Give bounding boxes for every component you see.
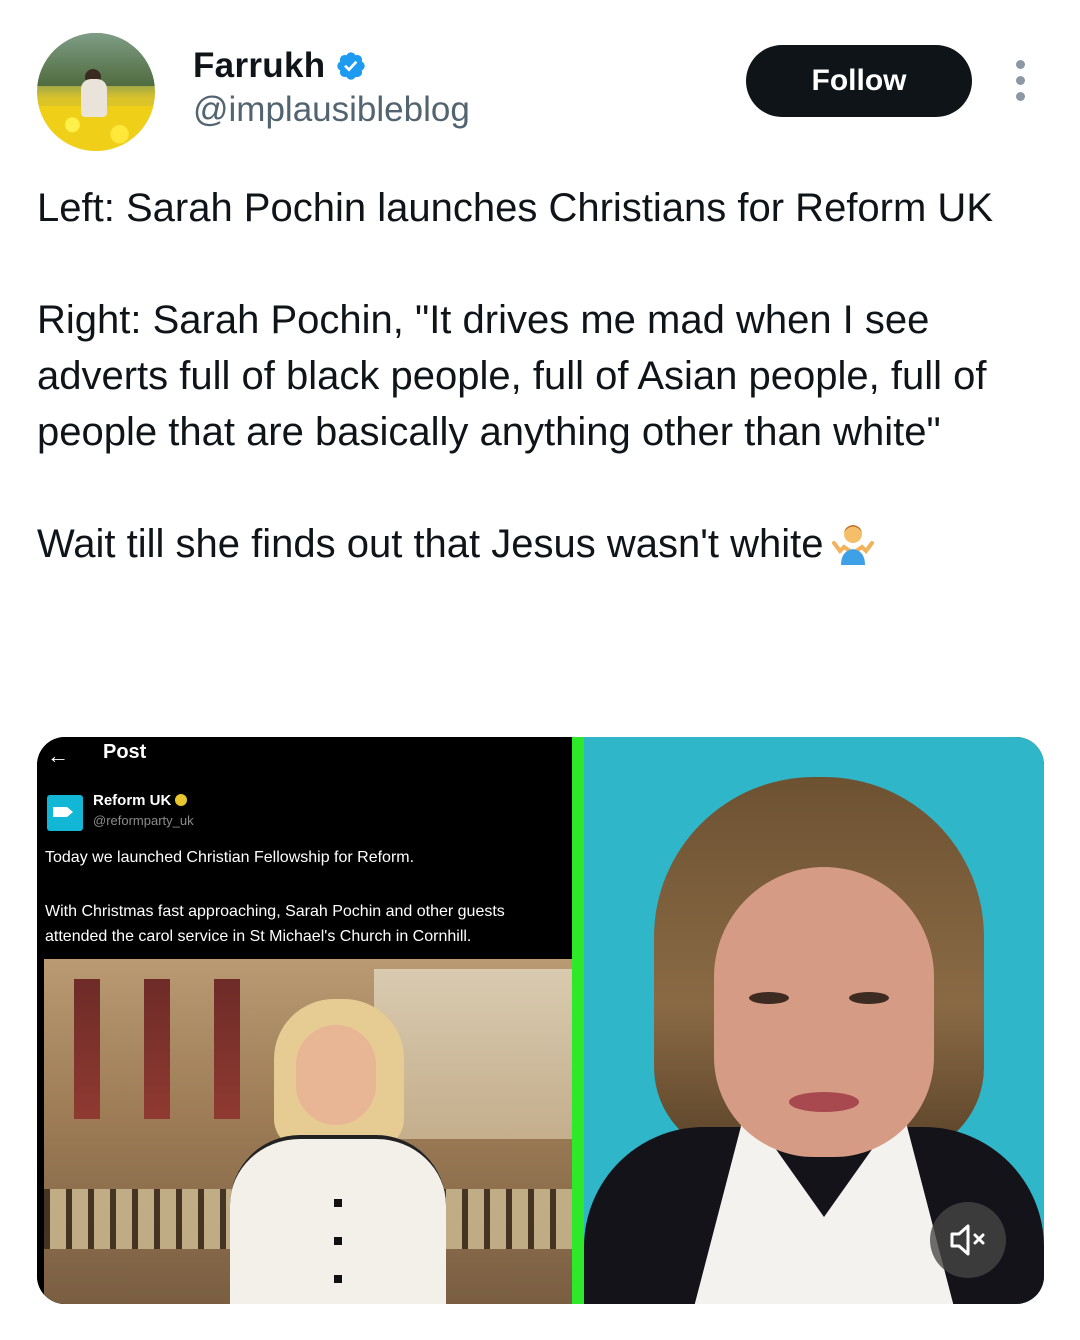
tweet-paragraph-text: Wait till she finds out that Jesus wasn'…: [37, 522, 824, 566]
embedded-account-handle: @reformparty_uk: [93, 813, 194, 828]
more-vertical-icon[interactable]: [1012, 60, 1028, 104]
tweet-header: Farrukh @implausibleblog Follow: [0, 0, 1080, 170]
embedded-verified-icon: [175, 794, 188, 806]
embedded-post-screenshot: ← Post Reform UK @reformparty_uk Today w…: [37, 737, 572, 1304]
back-arrow-icon: ←: [47, 743, 69, 768]
speaker-muted-icon[interactable]: [930, 1202, 1006, 1278]
embedded-post-text-2: With Christmas fast approaching, Sarah P…: [45, 903, 505, 945]
media-divider: [572, 737, 584, 1304]
embedded-account-name: Reform UK: [93, 792, 188, 809]
embedded-nav-title: Post: [103, 741, 147, 763]
church-video-still: [44, 959, 572, 1304]
reform-logo: [47, 795, 83, 831]
tweet-media[interactable]: ← Post Reform UK @reformparty_uk Today w…: [37, 737, 1044, 1304]
tweet-text: Left: Sarah Pochin launches Christians f…: [37, 180, 1052, 572]
tweet-paragraph: Left: Sarah Pochin launches Christians f…: [37, 186, 993, 230]
tweet-paragraph: Right: Sarah Pochin, "It drives me mad w…: [37, 298, 987, 454]
author-name[interactable]: Farrukh: [193, 46, 325, 86]
avatar[interactable]: [37, 33, 155, 151]
person-shrugging-emoji-icon: [831, 525, 874, 565]
author-handle[interactable]: @implausibleblog: [193, 90, 470, 130]
author-name-row: Farrukh: [193, 46, 367, 86]
verified-badge-icon: [337, 52, 366, 80]
tweet-paragraph-last: Wait till she finds out that Jesus wasn'…: [37, 516, 1052, 572]
embedded-post-text: Today we launched Christian Fellowship f…: [45, 849, 415, 866]
follow-button[interactable]: Follow: [746, 45, 972, 117]
